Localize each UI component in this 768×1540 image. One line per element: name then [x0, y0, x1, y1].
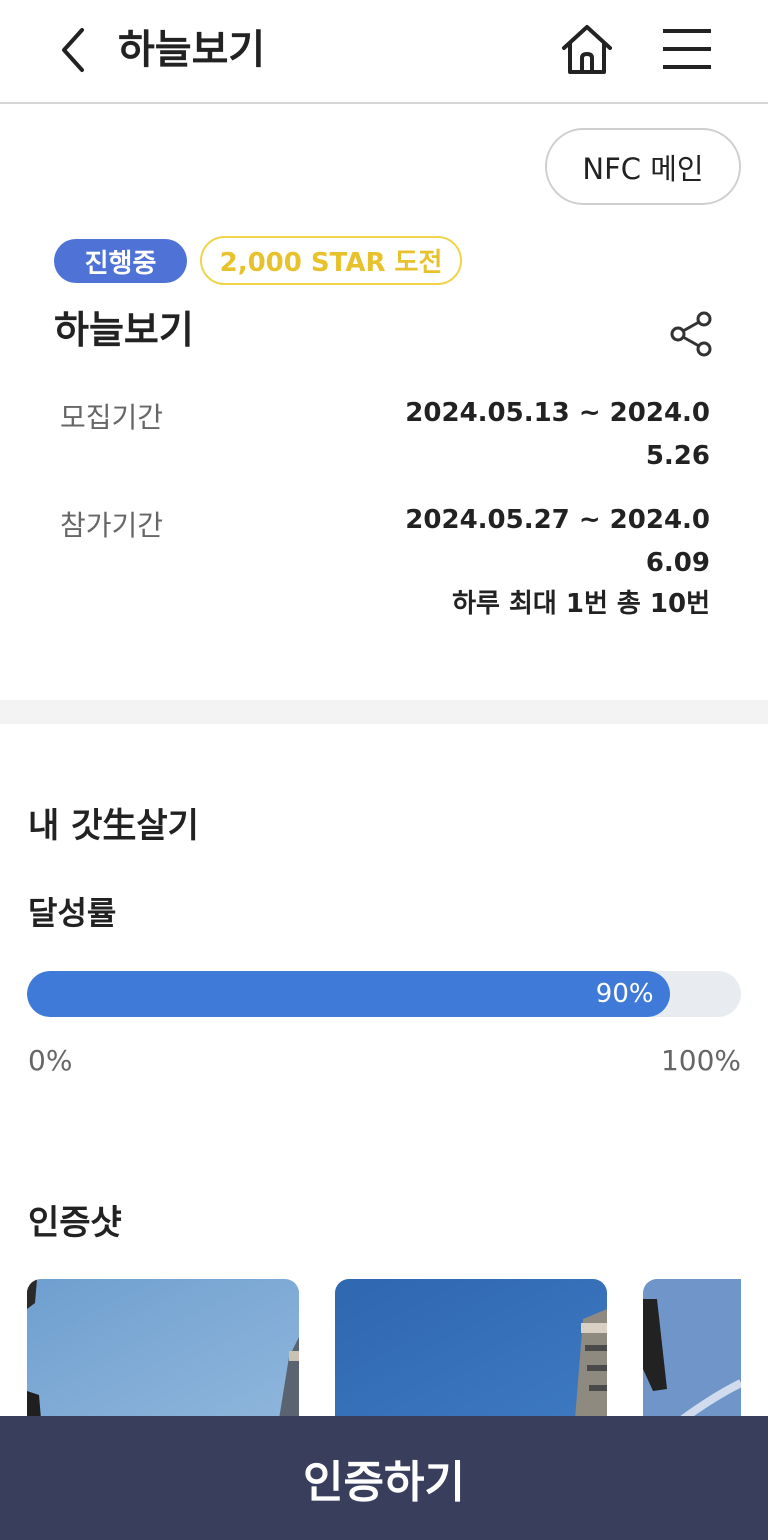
menu-button[interactable] [656, 20, 718, 78]
status-badge: 진행중 [54, 239, 187, 283]
back-button[interactable] [48, 22, 98, 78]
participate-period-value: 2024.05.27 ~ 2024.06.09 [405, 505, 710, 578]
sky-photo-image [27, 1279, 299, 1419]
progress-scale-min: 0% [28, 1044, 73, 1077]
challenge-title: 하늘보기 [54, 308, 194, 352]
sky-photo-image [335, 1279, 607, 1419]
proof-photo[interactable] [643, 1279, 741, 1419]
proof-photo[interactable] [335, 1279, 607, 1419]
progress-fill: 90% [27, 971, 670, 1017]
participate-period-label: 참가기간 [60, 509, 164, 542]
proof-photo[interactable] [27, 1279, 299, 1419]
recruit-period-value: 2024.05.13 ~ 2024.05.26 [405, 398, 710, 471]
nfc-main-button[interactable]: NFC 메인 [545, 128, 741, 205]
progress-percent-text: 90% [595, 979, 654, 1009]
section-divider [0, 700, 768, 724]
app-header: 하늘보기 [0, 0, 768, 104]
progress-scale-max: 100% [660, 1044, 741, 1077]
share-icon [670, 311, 712, 357]
participation-frequency: 하루 최대 1번 총 10번 [452, 589, 710, 619]
page-title: 하늘보기 [118, 27, 266, 73]
home-button[interactable] [556, 18, 618, 80]
chevron-left-icon [62, 28, 84, 72]
reward-badge: 2,000 STAR 도전 [200, 236, 462, 285]
sky-photo-image [643, 1279, 741, 1419]
recruit-period-label: 모집기간 [60, 401, 164, 434]
home-icon [562, 25, 612, 74]
share-button[interactable] [666, 308, 718, 360]
achievement-progress-bar: 90% [27, 971, 741, 1017]
achievement-label: 달성률 [28, 894, 117, 932]
proof-section-title: 인증샷 [28, 1203, 122, 1243]
my-section-title: 내 갓生살기 [28, 806, 199, 846]
hamburger-menu-icon [663, 29, 711, 69]
verify-button[interactable]: 인증하기 [0, 1416, 768, 1540]
